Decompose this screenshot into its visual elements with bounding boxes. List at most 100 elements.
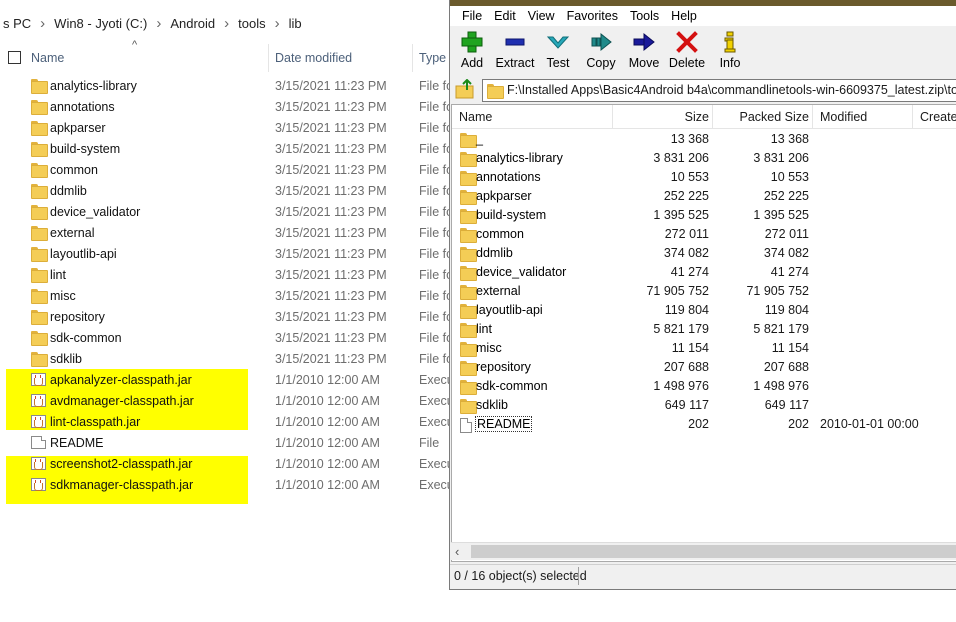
delete-button[interactable]: Delete bbox=[665, 31, 709, 70]
menu-favorites[interactable]: Favorites bbox=[561, 9, 624, 23]
table-row[interactable]: _ 13 368 13 368 bbox=[452, 130, 956, 149]
breadcrumb-drive[interactable]: Win8 - Jyoti (C:) bbox=[51, 16, 150, 31]
item-date-modified: 3/15/2021 11:23 PM bbox=[275, 352, 387, 366]
list-item[interactable]: lint 3/15/2021 11:23 PM File folder bbox=[0, 265, 450, 286]
column-header-date-modified[interactable]: Date modified bbox=[275, 51, 352, 65]
column-header-name[interactable]: Name bbox=[459, 110, 492, 124]
item-type: Executable Jar File bbox=[419, 457, 450, 471]
list-item[interactable]: apkanalyzer-classpath.jar 1/1/2010 12:00 … bbox=[0, 370, 450, 391]
extract-button[interactable]: Extract bbox=[493, 31, 537, 70]
table-row[interactable]: misc 11 154 11 154 bbox=[452, 339, 956, 358]
column-header-created[interactable]: Created bbox=[920, 110, 956, 124]
test-button[interactable]: Test bbox=[536, 31, 580, 70]
folder-up-icon[interactable] bbox=[454, 79, 476, 101]
table-row[interactable]: annotations 10 553 10 553 bbox=[452, 168, 956, 187]
list-item[interactable]: external 3/15/2021 11:23 PM File folder bbox=[0, 223, 450, 244]
folder-icon bbox=[460, 304, 477, 319]
table-row[interactable]: lint 5 821 179 5 821 179 bbox=[452, 320, 956, 339]
address-input[interactable]: F:\Installed Apps\Basic4Android b4a\comm… bbox=[482, 79, 956, 102]
column-divider[interactable] bbox=[812, 105, 813, 129]
address-bar: F:\Installed Apps\Basic4Android b4a\comm… bbox=[450, 76, 956, 104]
table-row[interactable]: repository 207 688 207 688 bbox=[452, 358, 956, 377]
info-button[interactable]: Info bbox=[708, 31, 752, 70]
list-item[interactable]: screenshot2-classpath.jar 1/1/2010 12:00 … bbox=[0, 454, 450, 475]
column-header-type[interactable]: Type bbox=[419, 51, 446, 65]
table-row[interactable]: device_validator 41 274 41 274 bbox=[452, 263, 956, 282]
jar-icon bbox=[31, 457, 46, 470]
column-header-modified[interactable]: Modified bbox=[820, 110, 867, 124]
item-type: File folder bbox=[419, 226, 450, 240]
item-name: ddmlib bbox=[476, 246, 513, 260]
table-row[interactable]: external 71 905 752 71 905 752 bbox=[452, 282, 956, 301]
add-button[interactable]: Add bbox=[450, 31, 494, 70]
sort-ascending-icon: ^ bbox=[132, 39, 138, 51]
list-item[interactable]: layoutlib-api 3/15/2021 11:23 PM File fold… bbox=[0, 244, 450, 265]
item-name: device_validator bbox=[50, 205, 141, 219]
breadcrumb-android[interactable]: Android bbox=[167, 16, 218, 31]
select-all-checkbox[interactable] bbox=[8, 51, 21, 64]
item-type: File folder bbox=[419, 184, 450, 198]
list-item[interactable]: avdmanager-classpath.jar 1/1/2010 12:00 A… bbox=[0, 391, 450, 412]
archive-file-list: _ 13 368 13 368 analytics-library 3 831 206 3… bbox=[452, 130, 956, 434]
chevron-right-icon[interactable] bbox=[34, 15, 51, 32]
table-row[interactable]: apkparser 252 225 252 225 bbox=[452, 187, 956, 206]
table-row[interactable]: README 202 202 2010-01-01 00:00 bbox=[452, 415, 956, 434]
list-item[interactable]: README 1/1/2010 12:00 AM File bbox=[0, 433, 450, 454]
list-item[interactable]: sdklib 3/15/2021 11:23 PM File folder bbox=[0, 349, 450, 370]
item-type: File folder bbox=[419, 205, 450, 219]
table-row[interactable]: analytics-library 3 831 206 3 831 206 bbox=[452, 149, 956, 168]
item-packed-size: 252 225 bbox=[763, 189, 809, 203]
list-item[interactable]: device_validator 3/15/2021 11:23 PM File f… bbox=[0, 202, 450, 223]
table-row[interactable]: sdklib 649 117 649 117 bbox=[452, 396, 956, 415]
move-button[interactable]: Move bbox=[622, 31, 666, 70]
menu-tools[interactable]: Tools bbox=[624, 9, 665, 23]
item-name: device_validator bbox=[476, 265, 567, 279]
breadcrumb: s PC Win8 - Jyoti (C:) Android tools lib bbox=[0, 6, 450, 40]
list-item[interactable]: repository 3/15/2021 11:23 PM File folder bbox=[0, 307, 450, 328]
breadcrumb-tools[interactable]: tools bbox=[235, 16, 268, 31]
menu-view[interactable]: View bbox=[522, 9, 561, 23]
column-header-name[interactable]: Name bbox=[31, 51, 64, 65]
table-row[interactable]: sdk-common 1 498 976 1 498 976 bbox=[452, 377, 956, 396]
breadcrumb-this-pc[interactable]: s PC bbox=[0, 16, 34, 31]
item-type: File folder bbox=[419, 79, 450, 93]
column-divider[interactable] bbox=[412, 44, 413, 72]
item-name: build-system bbox=[476, 208, 547, 222]
info-icon bbox=[724, 31, 736, 53]
list-item[interactable]: common 3/15/2021 11:23 PM File folder bbox=[0, 160, 450, 181]
folder-icon bbox=[31, 247, 48, 262]
column-divider[interactable] bbox=[912, 105, 913, 129]
list-item[interactable]: apkparser 3/15/2021 11:23 PM File folder bbox=[0, 118, 450, 139]
item-type: File folder bbox=[419, 331, 450, 345]
list-item[interactable]: sdk-common 3/15/2021 11:23 PM File folder bbox=[0, 328, 450, 349]
table-row[interactable]: build-system 1 395 525 1 395 525 bbox=[452, 206, 956, 225]
list-item[interactable]: misc 3/15/2021 11:23 PM File folder bbox=[0, 286, 450, 307]
list-item[interactable]: ddmlib 3/15/2021 11:23 PM File folder bbox=[0, 181, 450, 202]
menu-edit[interactable]: Edit bbox=[488, 9, 522, 23]
column-divider[interactable] bbox=[268, 44, 269, 72]
folder-icon bbox=[460, 342, 477, 357]
list-item[interactable]: lint-classpath.jar 1/1/2010 12:00 AM Execu… bbox=[0, 412, 450, 433]
list-item[interactable]: sdkmanager-classpath.jar 1/1/2010 12:00 A… bbox=[0, 475, 450, 496]
menu-help[interactable]: Help bbox=[665, 9, 703, 23]
column-header-size[interactable]: Size bbox=[612, 110, 709, 124]
item-name: repository bbox=[50, 310, 105, 324]
copy-button[interactable]: Copy bbox=[579, 31, 623, 70]
item-packed-size: 202 bbox=[788, 417, 809, 431]
table-row[interactable]: ddmlib 374 082 374 082 bbox=[452, 244, 956, 263]
chevron-right-icon[interactable] bbox=[269, 15, 286, 32]
list-item[interactable]: build-system 3/15/2021 11:23 PM File folde… bbox=[0, 139, 450, 160]
chevron-right-icon[interactable] bbox=[218, 15, 235, 32]
list-item[interactable]: annotations 3/15/2021 11:23 PM File folder bbox=[0, 97, 450, 118]
list-item[interactable]: analytics-library 3/15/2021 11:23 PM File … bbox=[0, 76, 450, 97]
scroll-left-icon[interactable]: ‹ bbox=[455, 544, 459, 559]
breadcrumb-lib[interactable]: lib bbox=[286, 16, 305, 31]
item-date-modified: 1/1/2010 12:00 AM bbox=[275, 373, 380, 387]
table-row[interactable]: common 272 011 272 011 bbox=[452, 225, 956, 244]
horizontal-scrollbar[interactable]: ‹ bbox=[451, 542, 956, 560]
scrollbar-thumb[interactable] bbox=[471, 545, 956, 558]
table-row[interactable]: layoutlib-api 119 804 119 804 bbox=[452, 301, 956, 320]
chevron-right-icon[interactable] bbox=[150, 15, 167, 32]
column-header-packed-size[interactable]: Packed Size bbox=[712, 110, 809, 124]
menu-file[interactable]: File bbox=[456, 9, 488, 23]
